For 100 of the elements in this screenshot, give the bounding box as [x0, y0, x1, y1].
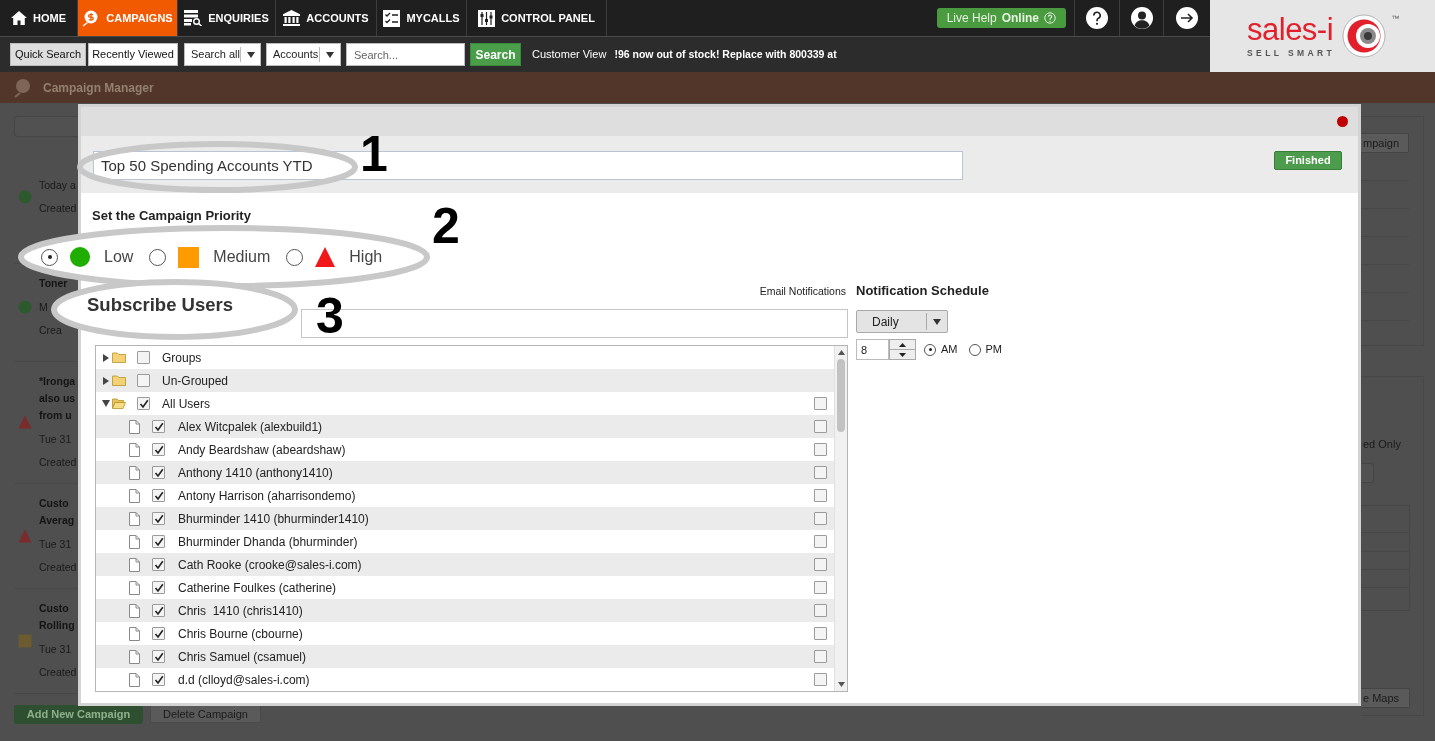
radio-button[interactable]: [968, 343, 981, 356]
checkmark-icon: [153, 582, 164, 593]
frequency-select[interactable]: Daily: [856, 310, 948, 333]
sliders-icon: [478, 9, 496, 27]
page-title: Campaign Manager: [43, 79, 154, 97]
number-stepper[interactable]: [889, 339, 916, 360]
checkbox[interactable]: [814, 420, 827, 433]
input-field[interactable]: [1361, 463, 1374, 483]
checkbox[interactable]: [814, 581, 827, 594]
document-icon: [129, 488, 140, 503]
document-icon: [129, 442, 140, 457]
caret-down-icon[interactable]: [102, 400, 110, 407]
scroll-thumb[interactable]: [837, 359, 845, 432]
checklist-icon: [383, 9, 401, 27]
checkbox[interactable]: [152, 627, 165, 640]
tree-row[interactable]: Alex Witcpalek (alexbuild1): [96, 415, 834, 438]
priority-label: Low: [104, 247, 134, 267]
checkbox[interactable]: [152, 558, 165, 571]
ticker-message: !96 now out of stock! Replace with 800339 at: [614, 46, 837, 62]
tree-label: Chris Bourne (cbourne): [178, 625, 303, 643]
help-icon[interactable]: [1086, 7, 1108, 29]
checkbox[interactable]: [152, 604, 165, 617]
caret-down-icon[interactable]: [899, 352, 906, 357]
tree-label: d.d (clloyd@sales-i.com): [178, 671, 310, 689]
checkbox[interactable]: [814, 673, 827, 686]
priority-triangle-icon: [18, 528, 32, 543]
tree-row[interactable]: Chris Samuel (csamuel): [96, 645, 834, 668]
checkbox[interactable]: [814, 558, 827, 571]
hour-field[interactable]: 8: [856, 339, 889, 360]
checkbox[interactable]: [152, 673, 165, 686]
checkbox[interactable]: [152, 443, 165, 456]
document-icon: [129, 580, 140, 595]
priority-dot-icon: [18, 190, 32, 204]
checkbox[interactable]: [152, 512, 165, 525]
scroll-down-icon[interactable]: [837, 682, 845, 687]
tree-row[interactable]: Anthony 1410 (anthony1410): [96, 461, 834, 484]
checkbox[interactable]: [814, 466, 827, 479]
checkbox[interactable]: [152, 420, 165, 433]
tree-row[interactable]: Un-Grouped: [96, 369, 834, 392]
scroll-up-icon[interactable]: [837, 350, 845, 355]
search-field[interactable]: Search...: [346, 43, 465, 66]
checkmark-icon: [153, 674, 164, 685]
checkbox[interactable]: [814, 535, 827, 548]
square-icon: [178, 246, 200, 268]
tree-label: Un-Grouped: [162, 372, 229, 390]
checkmark-icon: [153, 651, 164, 662]
trademark-symbol: ™: [1391, 14, 1400, 23]
triangle-icon: [315, 247, 336, 267]
priority-dot-icon: [18, 300, 32, 314]
checkbox[interactable]: [814, 604, 827, 617]
checkbox[interactable]: [814, 443, 827, 456]
tree-row[interactable]: Bhurminder 1410 (bhurminder1410): [96, 507, 834, 530]
type-select[interactable]: Accounts: [266, 43, 341, 66]
checkbox[interactable]: [137, 397, 150, 410]
document-icon: [129, 511, 140, 526]
callout-number: 2: [432, 201, 460, 251]
checkbox[interactable]: [152, 581, 165, 594]
caret-down-icon[interactable]: [326, 51, 334, 58]
caret-down-icon[interactable]: [246, 51, 255, 58]
document-icon: [129, 534, 140, 549]
tree-row[interactable]: Chris 1410 (chris1410): [96, 599, 834, 622]
caret-right-icon[interactable]: [102, 353, 110, 362]
checkbox[interactable]: [137, 351, 150, 364]
bank-icon: [283, 10, 301, 26]
scrollbar[interactable]: [834, 346, 847, 691]
logo-text: sales-i: [1247, 14, 1335, 45]
folder-icon: [112, 375, 126, 386]
checkbox[interactable]: [152, 466, 165, 479]
help-icon: [1044, 12, 1056, 24]
checkbox[interactable]: [814, 512, 827, 525]
document-icon: [129, 557, 140, 572]
checkbox[interactable]: [814, 650, 827, 663]
checkbox[interactable]: [152, 650, 165, 663]
search-mode-button[interactable]: Recently Viewed: [88, 43, 178, 66]
checkbox[interactable]: [152, 489, 165, 502]
radio-button[interactable]: [924, 343, 936, 356]
open-folder-icon: [112, 398, 126, 409]
scope-select[interactable]: Search all: [184, 43, 261, 66]
close-button[interactable]: [1337, 116, 1348, 127]
radio-label: PM: [985, 342, 1002, 358]
search-mode-button[interactable]: Quick Search: [10, 43, 86, 66]
caret-right-icon[interactable]: [102, 376, 110, 385]
checkmark-icon: [153, 421, 164, 432]
checkbox[interactable]: [814, 627, 827, 640]
caret-down-icon[interactable]: [933, 318, 941, 325]
tree-row[interactable]: Cath Rooke (crooke@sales-i.com): [96, 553, 834, 576]
checkbox[interactable]: [814, 489, 827, 502]
magnifier-icon: [13, 77, 33, 98]
campaign-title: Toner: [39, 276, 68, 291]
checkbox[interactable]: [137, 374, 150, 387]
logo-tagline: SELL SMART: [1247, 47, 1336, 58]
checkbox[interactable]: [152, 535, 165, 548]
caret-up-icon[interactable]: [899, 342, 906, 347]
campaign-title: Custo Averag: [39, 496, 76, 528]
tree-label: Andy Beardshaw (abeardshaw): [178, 441, 346, 459]
user-icon[interactable]: [1130, 7, 1153, 29]
add-campaign-button[interactable]: Add New Campaign: [14, 705, 143, 724]
customer-view-label: Customer View: [532, 47, 607, 63]
checkbox[interactable]: [814, 397, 827, 410]
search-field[interactable]: [14, 116, 78, 137]
